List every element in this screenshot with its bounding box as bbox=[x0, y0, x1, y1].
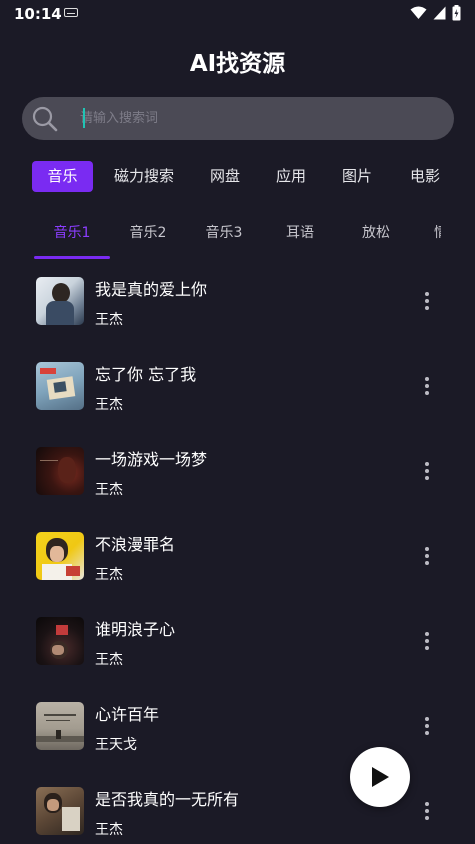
album-cover bbox=[36, 532, 84, 580]
signal-icon bbox=[433, 6, 446, 20]
song-title: 忘了你 忘了我 bbox=[95, 365, 197, 384]
album-cover bbox=[36, 447, 84, 495]
song-row[interactable]: 不浪漫罪名 王杰 bbox=[0, 517, 475, 602]
status-icons bbox=[410, 5, 461, 21]
song-title: 谁明浪子心 bbox=[95, 620, 176, 639]
more-vertical-icon[interactable] bbox=[419, 800, 435, 822]
tab-music-2[interactable]: 音乐2 bbox=[118, 222, 178, 246]
wifi-icon bbox=[410, 6, 427, 19]
status-time: 10:14 bbox=[14, 5, 62, 23]
keyboard-icon bbox=[64, 8, 78, 17]
play-icon bbox=[372, 767, 389, 787]
song-title: 是否我真的一无所有 bbox=[95, 790, 240, 809]
tab-relax[interactable]: 放松 bbox=[346, 222, 406, 246]
song-title: 我是真的爱上你 bbox=[95, 280, 208, 299]
category-images[interactable]: 图片 bbox=[331, 161, 383, 192]
page-title: AI找资源 bbox=[189, 51, 286, 77]
song-artist: 王杰 bbox=[95, 397, 123, 413]
music-tab-bar: 音乐1 音乐2 音乐3 耳语 放松 情 bbox=[0, 222, 475, 262]
text-cursor bbox=[83, 108, 85, 128]
tab-partial-label: 情 bbox=[434, 222, 441, 242]
more-vertical-icon[interactable] bbox=[419, 460, 435, 482]
song-artist: 王杰 bbox=[95, 567, 123, 583]
search-input[interactable] bbox=[80, 97, 440, 140]
album-cover bbox=[36, 787, 84, 835]
category-movies[interactable]: 电影 bbox=[399, 161, 451, 192]
category-magnet-search[interactable]: 磁力搜索 bbox=[106, 161, 182, 192]
more-vertical-icon[interactable] bbox=[419, 375, 435, 397]
search-bar[interactable] bbox=[22, 97, 454, 140]
album-cover bbox=[36, 362, 84, 410]
tab-partial[interactable]: 情 bbox=[434, 222, 475, 246]
more-vertical-icon[interactable] bbox=[419, 545, 435, 567]
song-title: 不浪漫罪名 bbox=[95, 535, 176, 554]
album-cover bbox=[36, 702, 84, 750]
song-row[interactable]: 我是真的爱上你 王杰 bbox=[0, 262, 475, 347]
tab-music-3[interactable]: 音乐3 bbox=[194, 222, 254, 246]
song-artist: 王杰 bbox=[95, 652, 123, 668]
status-bar: 10:14 bbox=[0, 0, 475, 28]
song-artist: 王杰 bbox=[95, 482, 123, 498]
song-artist: 王杰 bbox=[95, 822, 123, 838]
category-apps[interactable]: 应用 bbox=[265, 161, 317, 192]
song-artist: 王天戈 bbox=[95, 737, 137, 753]
category-bar: 音乐 磁力搜索 网盘 应用 图片 电影 bbox=[0, 161, 475, 192]
more-vertical-icon[interactable] bbox=[419, 290, 435, 312]
song-row[interactable]: 谁明浪子心 王杰 bbox=[0, 602, 475, 687]
more-vertical-icon[interactable] bbox=[419, 715, 435, 737]
battery-icon bbox=[452, 5, 461, 21]
song-title: 心许百年 bbox=[95, 705, 160, 724]
song-title: 一场游戏一场梦 bbox=[95, 450, 208, 469]
song-artist: 王杰 bbox=[95, 312, 123, 328]
album-cover bbox=[36, 617, 84, 665]
search-icon[interactable] bbox=[32, 106, 58, 132]
category-cloud-drive[interactable]: 网盘 bbox=[199, 161, 251, 192]
play-button[interactable] bbox=[350, 747, 410, 807]
song-row[interactable]: 一场游戏一场梦 王杰 bbox=[0, 432, 475, 517]
category-music[interactable]: 音乐 bbox=[32, 161, 93, 192]
app-screen: 10:14 AI找资源 音乐 磁力搜索 网盘 bbox=[0, 0, 475, 844]
song-row[interactable]: 忘了你 忘了我 王杰 bbox=[0, 347, 475, 432]
album-cover bbox=[36, 277, 84, 325]
tab-music-1[interactable]: 音乐1 bbox=[42, 222, 102, 246]
more-vertical-icon[interactable] bbox=[419, 630, 435, 652]
active-tab-indicator bbox=[34, 256, 110, 259]
tab-whisper[interactable]: 耳语 bbox=[270, 222, 330, 246]
